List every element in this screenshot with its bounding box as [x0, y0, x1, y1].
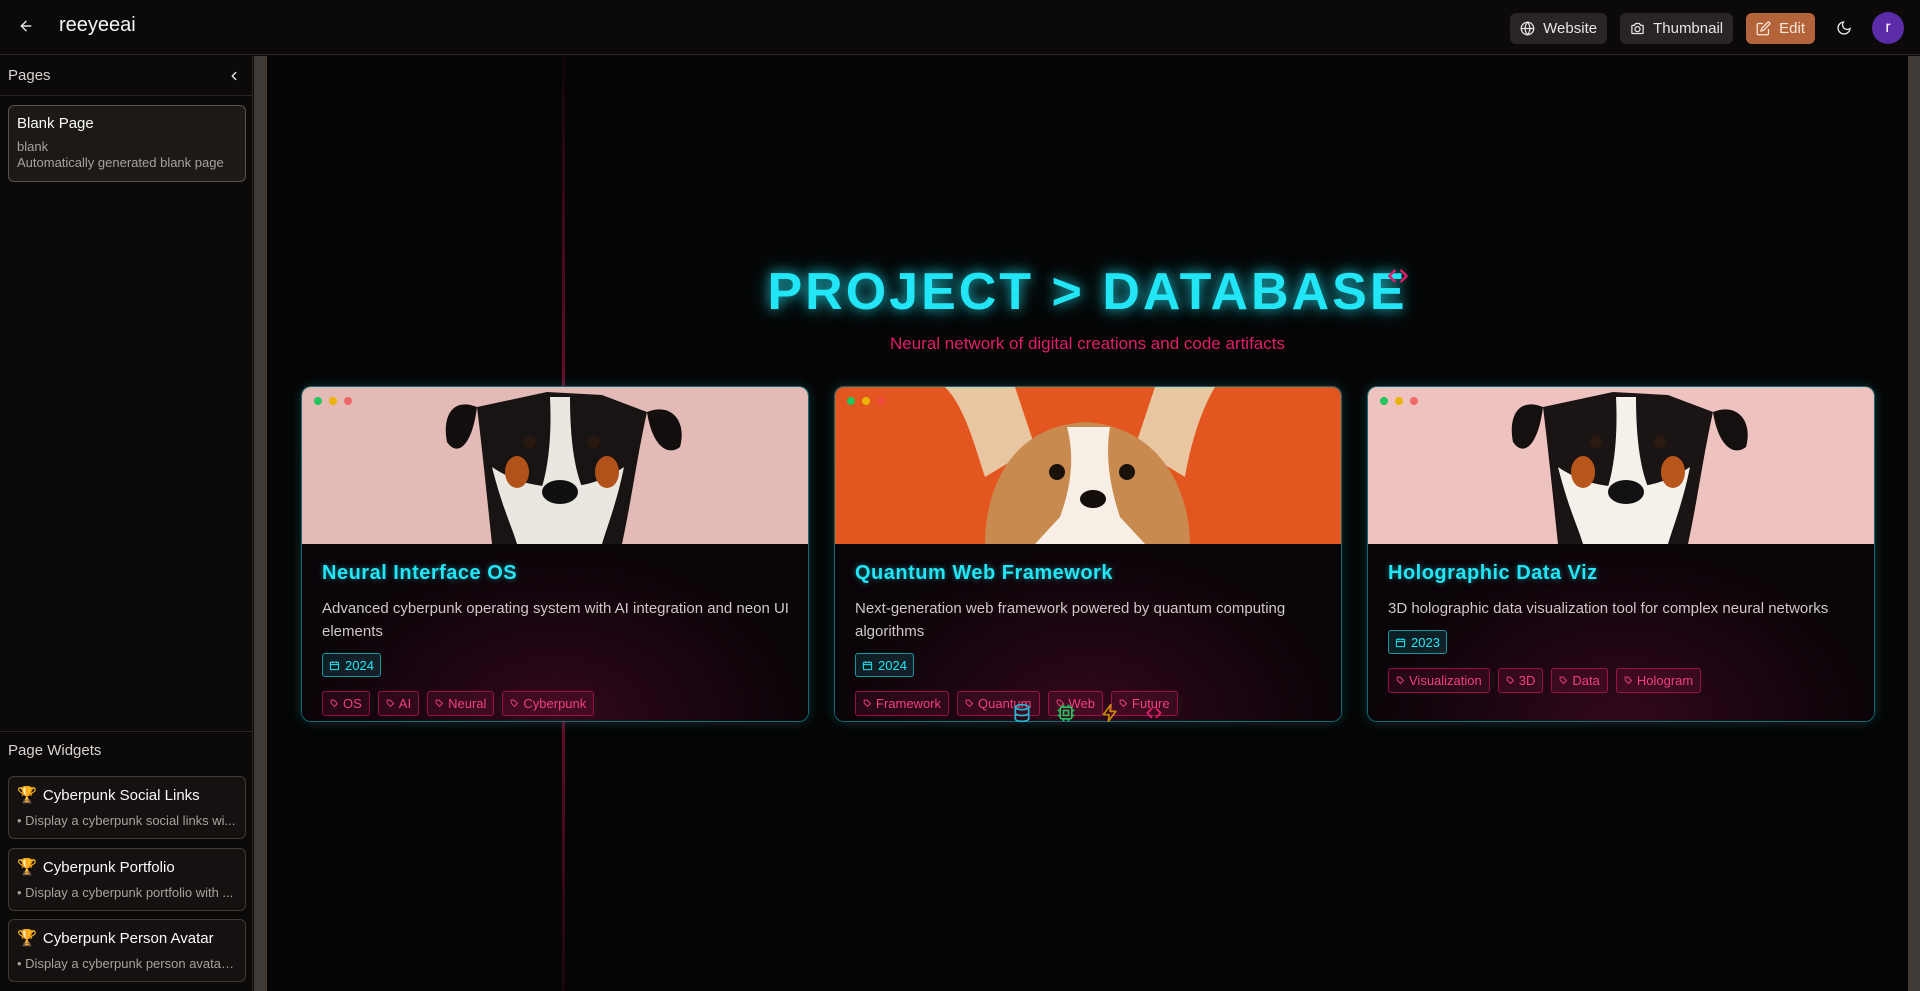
project-title: Neural Interface OS — [322, 562, 518, 584]
theme-toggle[interactable] — [1828, 13, 1859, 44]
project-card[interactable]: Holographic Data Viz 3D holographic data… — [1367, 386, 1875, 722]
app-title: reeyeeai — [59, 14, 136, 36]
header-actions: Website Thumbnail Edit r — [1510, 12, 1904, 44]
window-dots — [847, 397, 885, 405]
collapse-sidebar-button[interactable] — [224, 66, 244, 86]
zap-icon — [1100, 703, 1120, 723]
project-card-body: Holographic Data Viz 3D holographic data… — [1368, 544, 1874, 721]
top-bar: reeyeeai Website Thumbnail Edit r — [0, 0, 1920, 55]
cpu-icon — [1056, 703, 1076, 723]
thumbnail-button-label: Thumbnail — [1653, 19, 1724, 37]
project-tag: Hologram — [1615, 668, 1702, 693]
project-description: Advanced cyberpunk operating system with… — [322, 600, 789, 640]
project-year: 2023 — [1411, 634, 1440, 650]
project-title: Holographic Data Viz — [1388, 562, 1598, 584]
calendar-icon — [1395, 637, 1406, 647]
project-tag: Visualization — [1388, 668, 1490, 693]
camera-icon — [1631, 22, 1644, 34]
widget-title: Cyberpunk Person Avatar — [42, 929, 214, 947]
trophy-icon: 🏆 — [17, 859, 37, 876]
code-icon — [1383, 263, 1413, 294]
sidebar-resize-handle[interactable] — [254, 56, 267, 991]
project-year: 2024 — [345, 657, 374, 673]
code-icon — [1144, 703, 1164, 723]
widget-title: Cyberpunk Social Links — [42, 786, 200, 804]
arrow-left-icon — [20, 20, 32, 32]
edit-icon — [1756, 21, 1771, 35]
widget-item[interactable]: 🏆 Cyberpunk Person Avatar • Display a cyb… — [8, 919, 246, 982]
page-item-title: Blank Page — [17, 115, 94, 132]
widget-item[interactable]: 🏆 Cyberpunk Portfolio • Display a cyberpu… — [8, 848, 246, 911]
project-description: 3D holographic data visualization tool f… — [1388, 600, 1829, 617]
project-tag: 3D — [1497, 668, 1544, 693]
tag-icon — [1560, 676, 1568, 685]
moon-icon — [1836, 21, 1851, 35]
project-year-badge: 2024 — [855, 653, 914, 677]
back-button[interactable] — [14, 14, 38, 38]
project-tag-label: Visualization — [1409, 673, 1482, 688]
calendar-icon — [862, 660, 873, 670]
calendar-icon — [329, 660, 340, 670]
widgets-title: Page Widgets — [0, 731, 253, 771]
project-image-dog — [1368, 387, 1874, 544]
pages-header: Pages — [0, 56, 252, 96]
page-subtitle: Neural network of digital creations and … — [890, 334, 1285, 353]
project-card-body: Neural Interface OS Advanced cyberpunk o… — [302, 544, 808, 721]
trophy-icon: 🏆 — [17, 930, 37, 947]
widget-item[interactable]: 🏆 Cyberpunk Social Links • Display a cybe… — [8, 776, 246, 839]
project-year-badge: 2024 — [322, 653, 381, 677]
edit-button[interactable]: Edit — [1746, 12, 1815, 44]
project-tag-label: Hologram — [1636, 673, 1694, 688]
project-year-badge: 2023 — [1388, 630, 1447, 654]
project-tag-label: Data — [1572, 673, 1600, 688]
window-dots — [1380, 397, 1418, 405]
project-card[interactable]: Quantum Web Framework Next-generation we… — [834, 386, 1342, 722]
project-image-corgi — [835, 387, 1341, 544]
sidebar: Pages Blank Page blank Automatically gen… — [0, 56, 253, 991]
website-button[interactable]: Website — [1510, 12, 1608, 44]
widget-description: • Display a cyberpunk portfolio with ... — [17, 885, 234, 900]
project-tag: Data — [1551, 668, 1608, 693]
page-item-blank[interactable]: Blank Page blank Automatically generated… — [8, 105, 246, 182]
trophy-icon: 🏆 — [17, 787, 37, 804]
page-heading: PROJECT > DATABASE — [767, 263, 1408, 321]
page-item-slug: blank — [17, 139, 49, 154]
database-icon — [1012, 703, 1032, 723]
widget-title: Cyberpunk Portfolio — [42, 858, 175, 876]
tag-icon — [1396, 676, 1405, 685]
project-card-body: Quantum Web Framework Next-generation we… — [835, 544, 1341, 721]
project-description: Next-generation web framework powered by… — [855, 600, 1286, 640]
user-avatar[interactable]: r — [1872, 12, 1904, 44]
canvas-scrollbar[interactable] — [1908, 56, 1920, 991]
thumbnail-button[interactable]: Thumbnail — [1620, 12, 1734, 44]
pages-title: Pages — [8, 67, 51, 84]
page-item-description: Automatically generated blank page — [17, 155, 224, 170]
widget-description: • Display a cyberpunk person avatar ... — [17, 956, 237, 971]
window-dots — [314, 397, 352, 405]
project-title: Quantum Web Framework — [855, 562, 1113, 584]
project-card[interactable]: Neural Interface OS Advanced cyberpunk o… — [301, 386, 809, 722]
tag-icon — [1506, 676, 1514, 685]
project-tags: Visualization 3D Data Hologram — [1388, 668, 1856, 693]
website-button-label: Website — [1543, 19, 1598, 37]
tag-icon — [1624, 676, 1632, 685]
project-image-dog — [302, 387, 808, 544]
edit-button-label: Edit — [1779, 19, 1805, 37]
project-year: 2024 — [878, 657, 907, 673]
project-tag-label: 3D — [1518, 673, 1536, 688]
widget-description: • Display a cyberpunk social links wi... — [17, 813, 236, 828]
globe-icon — [1520, 20, 1535, 36]
chevron-left-icon — [231, 71, 237, 80]
footer-icons — [267, 703, 1908, 723]
page-canvas: PROJECT > DATABASE Neural network of dig… — [267, 56, 1908, 991]
